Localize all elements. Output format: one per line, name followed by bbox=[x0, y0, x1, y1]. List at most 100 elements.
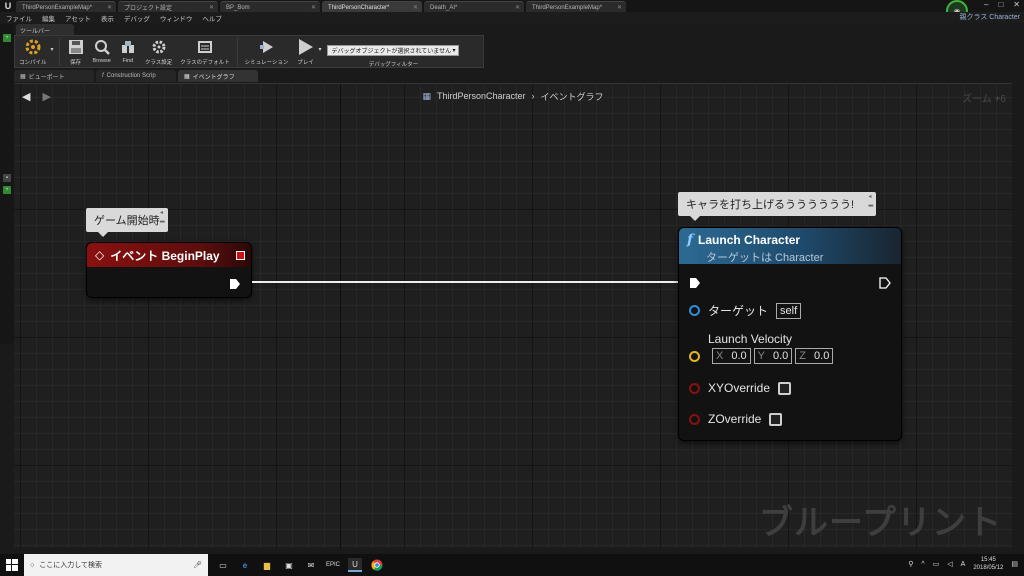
toolbar: コンパイル ▾ 保存 Browse Find クラス設定 クラスのデフォルト シ… bbox=[14, 35, 484, 68]
close-window-icon[interactable]: ✕ bbox=[1013, 0, 1020, 9]
tab-construction-script[interactable]: f Construction Scrip bbox=[96, 70, 176, 82]
taskbar-clock[interactable]: 15:45 2018/05/12 bbox=[973, 556, 1003, 572]
comment-bubble-launch[interactable]: キャラを打ち上げるうううううう! ◂ ▂ bbox=[678, 192, 877, 221]
velocity-y-field[interactable]: Y 0.0 bbox=[753, 348, 793, 364]
doc-tab-project-settings[interactable]: プロジェクト設定 ✕ bbox=[118, 1, 218, 12]
volume-icon[interactable]: ◁ bbox=[947, 560, 952, 568]
object-pin-icon[interactable] bbox=[689, 305, 700, 316]
pin-icon[interactable]: ◂ ▂ bbox=[160, 210, 165, 224]
task-view-icon[interactable]: ▭ bbox=[216, 558, 230, 572]
menu-file[interactable]: ファイル bbox=[6, 13, 32, 23]
store-icon[interactable]: ▣ bbox=[282, 558, 296, 572]
pin-label: ターゲット bbox=[708, 304, 769, 318]
close-icon[interactable]: ✕ bbox=[107, 4, 112, 11]
doc-tab-bp-bom[interactable]: BP_Bom ✕ bbox=[220, 1, 320, 12]
save-label: 保存 bbox=[70, 60, 82, 66]
add-component-icon[interactable]: + bbox=[3, 34, 11, 42]
unreal-editor-icon[interactable]: U bbox=[348, 558, 362, 572]
target-pin-row: ターゲット self bbox=[689, 302, 802, 319]
pin-icon[interactable]: ◂ ▂ bbox=[868, 194, 873, 208]
minimize-icon[interactable]: – bbox=[984, 0, 988, 9]
function-icon: f bbox=[687, 232, 694, 248]
people-icon[interactable]: ⚲ bbox=[908, 560, 913, 568]
chevron-down-icon[interactable]: ▾ bbox=[51, 46, 54, 53]
menu-view[interactable]: 表示 bbox=[101, 13, 114, 23]
taskbar-search-input[interactable]: ○ ここに入力して検索 🎤︎ bbox=[24, 554, 208, 576]
class-defaults-label: クラスのデフォルト bbox=[180, 60, 230, 66]
exec-output-pin[interactable] bbox=[229, 277, 241, 295]
close-icon[interactable]: ✕ bbox=[515, 4, 520, 11]
ime-icon[interactable]: A bbox=[961, 561, 966, 568]
xy-override-checkbox[interactable] bbox=[778, 381, 792, 395]
chrome-icon[interactable] bbox=[370, 558, 384, 572]
launch-character-node[interactable]: f Launch Character ターゲットは Character ターゲッ… bbox=[678, 227, 902, 441]
vector-pin-icon[interactable] bbox=[689, 350, 700, 362]
close-icon[interactable]: ✕ bbox=[311, 4, 316, 11]
pin-label: XYOverride bbox=[708, 381, 771, 395]
class-defaults-button[interactable]: クラスのデフォルト bbox=[176, 38, 233, 66]
play-button[interactable]: プレイ bbox=[292, 38, 318, 66]
xy-override-pin-row: XYOverride bbox=[689, 381, 792, 395]
simulation-icon bbox=[258, 38, 276, 56]
maximize-icon[interactable]: □ bbox=[998, 0, 1003, 9]
microphone-icon[interactable]: 🎤︎ bbox=[193, 561, 202, 569]
vector-input: X 0.0 Y 0.0 Z 0.0 bbox=[712, 348, 834, 364]
mail-icon[interactable]: ✉ bbox=[304, 558, 318, 572]
compile-button[interactable]: コンパイル bbox=[15, 38, 51, 66]
doc-tab-map[interactable]: ThirdPersonExampleMap* ✕ bbox=[16, 1, 116, 12]
menu-edit[interactable]: 編集 bbox=[42, 13, 55, 23]
toolbar-separator bbox=[58, 38, 60, 66]
network-icon[interactable]: ▭ bbox=[933, 560, 940, 568]
menu-debug[interactable]: デバッグ bbox=[124, 13, 150, 23]
start-button[interactable] bbox=[0, 554, 24, 576]
panel-toggle-icon[interactable]: ▪ bbox=[3, 174, 11, 182]
velocity-z-field[interactable]: Z 0.0 bbox=[795, 348, 834, 364]
axis-label: Z bbox=[799, 350, 807, 362]
exec-wire bbox=[252, 281, 682, 283]
edge-icon[interactable]: e bbox=[238, 558, 252, 572]
toolbar-tab[interactable]: ツールバー bbox=[16, 24, 74, 35]
debug-object-select[interactable]: デバッグオブジェクトが選択されていません ▾ bbox=[327, 45, 460, 56]
close-icon[interactable]: ✕ bbox=[617, 4, 622, 11]
event-beginplay-node[interactable]: ◇ イベント BeginPlay bbox=[86, 242, 252, 298]
file-explorer-icon[interactable]: ▆ bbox=[260, 558, 274, 572]
event-graph-canvas[interactable]: ◀ ▶ ▦ ThirdPersonCharacter › イベントグラフ ズーム… bbox=[14, 83, 1012, 548]
play-icon bbox=[296, 38, 314, 56]
close-icon[interactable]: ✕ bbox=[413, 4, 418, 11]
exec-output-pin[interactable] bbox=[879, 276, 891, 294]
add-variable-icon[interactable]: + bbox=[3, 186, 11, 194]
simulation-button[interactable]: シミュレーション bbox=[241, 38, 293, 66]
chevron-down-icon[interactable]: ▾ bbox=[318, 46, 321, 53]
exec-input-pin[interactable] bbox=[689, 276, 701, 294]
notifications-icon[interactable]: ▤ bbox=[1011, 560, 1018, 568]
menu-window[interactable]: ウィンドウ bbox=[160, 13, 193, 23]
class-settings-button[interactable]: クラス設定 bbox=[141, 38, 176, 66]
doc-tab-map-2[interactable]: ThirdPersonExampleMap* ✕ bbox=[526, 1, 626, 12]
epic-launcher-icon[interactable]: EPIC bbox=[326, 558, 340, 572]
browse-button[interactable]: Browse bbox=[89, 38, 115, 64]
tab-event-graph[interactable]: ▦ イベントグラフ bbox=[178, 70, 258, 82]
velocity-x-field[interactable]: X 0.0 bbox=[712, 348, 751, 364]
axis-value: 0.0 bbox=[772, 350, 789, 362]
z-override-checkbox[interactable] bbox=[769, 412, 783, 426]
comment-bubble-begin-play[interactable]: ゲーム開始時 ◂ ▂ bbox=[86, 208, 168, 237]
menu-asset[interactable]: アセット bbox=[65, 13, 91, 23]
target-value[interactable]: self bbox=[776, 302, 802, 319]
save-button[interactable]: 保存 bbox=[63, 38, 89, 66]
doc-tab-death-ai[interactable]: Death_AI* ✕ bbox=[424, 1, 524, 12]
tab-viewport[interactable]: ▦ ビューポート bbox=[14, 70, 94, 82]
tab-label: ビューポート bbox=[28, 74, 65, 81]
find-button[interactable]: Find bbox=[115, 38, 141, 64]
doc-tab-third-person-character[interactable]: ThirdPersonCharacter* ✕ bbox=[322, 1, 422, 12]
chevron-up-icon[interactable]: ^ bbox=[921, 561, 924, 568]
close-icon[interactable]: ✕ bbox=[209, 4, 214, 11]
browse-label: Browse bbox=[92, 58, 111, 64]
menu-help[interactable]: ヘルプ bbox=[202, 13, 222, 23]
breadcrumb-root[interactable]: ThirdPersonCharacter bbox=[437, 91, 526, 101]
bool-pin-icon[interactable] bbox=[689, 413, 700, 425]
pin-label: ZOverride bbox=[708, 412, 762, 426]
event-diamond-icon: ◇ bbox=[95, 248, 105, 262]
bool-pin-icon[interactable] bbox=[689, 382, 700, 394]
parent-class-label[interactable]: 親クラス Character bbox=[959, 12, 1020, 22]
delegate-pin-icon[interactable] bbox=[236, 250, 245, 260]
